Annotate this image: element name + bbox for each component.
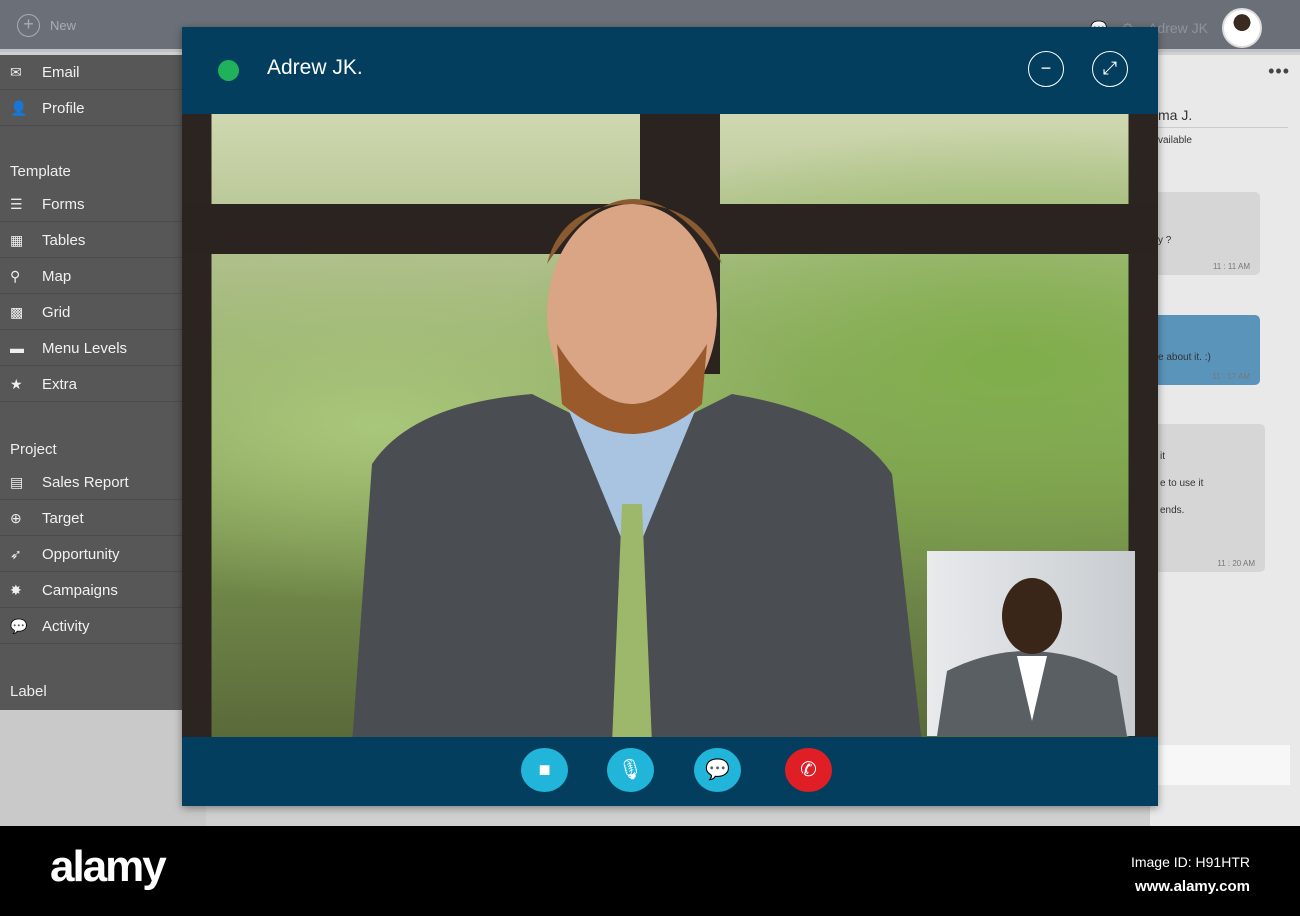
new-button[interactable]: + New — [17, 14, 76, 37]
sidebar-item-activity[interactable]: 💬 Activity — [0, 609, 182, 644]
section-template: Template — [10, 163, 71, 180]
sidebar-item-grid[interactable]: ▩ Grid — [0, 295, 182, 330]
document-icon: ▤ — [10, 473, 24, 490]
sidebar-item-sales-report[interactable]: ▤ Sales Report — [0, 465, 182, 500]
alamy-logo: alamy — [50, 842, 167, 891]
label: Extra — [42, 375, 78, 393]
site-url: www.alamy.com — [1134, 878, 1250, 895]
forms-icon: ☰ — [10, 195, 23, 212]
sidebar-item-tables[interactable]: ▦ Tables — [0, 223, 182, 258]
online-status-dot — [218, 60, 239, 81]
rocket-icon: ➶ — [10, 545, 22, 562]
sidebar-item-profile[interactable]: 👤 Profile — [0, 91, 182, 126]
minimize-button[interactable]: − — [1028, 51, 1064, 87]
comments-icon: 💬 — [10, 617, 28, 634]
sidebar-item-extra[interactable]: ★ Extra — [0, 367, 182, 402]
label: Activity — [42, 617, 90, 635]
sidebar-item-forms[interactable]: ☰ Forms — [0, 187, 182, 222]
label: Campaigns — [42, 581, 118, 599]
sidebar-item-email[interactable]: ✉ Email — [0, 55, 182, 90]
folder-icon: ▬ — [10, 340, 24, 356]
label: Email — [42, 63, 80, 81]
sidebar-item-menu-levels[interactable]: ▬ Menu Levels — [0, 331, 182, 366]
phone-icon: ✆ — [800, 759, 817, 781]
chat-bubble-icon: 💬 — [705, 759, 730, 781]
chat-contact-name: ma J. — [1158, 107, 1288, 128]
label: Profile — [42, 99, 85, 117]
label: Menu Levels — [42, 339, 128, 357]
chat-contact-status: vailable — [1158, 135, 1192, 146]
background-area — [0, 710, 206, 826]
sidebar-item-opportunity[interactable]: ➶ Opportunity — [0, 537, 182, 572]
watermark-footer: alamy Image ID: H91HTR www.alamy.com — [0, 826, 1300, 916]
video-camera-icon: ■ — [538, 759, 551, 781]
chat-message: y ? 11 : 11 AM — [1150, 192, 1260, 275]
plus-icon: + — [17, 14, 40, 37]
grid-icon: ▩ — [10, 303, 24, 320]
video-call-window: Adrew JK. − ⤢ ■ 🎙 💬 ✆ — [182, 27, 1158, 806]
label: Tables — [42, 231, 86, 249]
label: Sales Report — [42, 473, 129, 491]
self-video-preview — [927, 551, 1135, 736]
end-call-button[interactable]: ✆ — [785, 748, 832, 792]
gear-burst-icon: ✸ — [10, 581, 22, 598]
section-label: Label — [10, 683, 47, 700]
call-controls: ■ 🎙 💬 ✆ — [182, 737, 1158, 806]
message-text: e about it. :) — [1158, 352, 1211, 363]
caller-video-image — [352, 199, 922, 737]
camera-button[interactable]: ■ — [521, 748, 568, 792]
call-header: Adrew JK. − ⤢ — [182, 27, 1158, 114]
expand-button[interactable]: ⤢ — [1092, 51, 1128, 87]
message-text: y ? — [1158, 235, 1172, 246]
target-icon: ⊕ — [10, 509, 22, 526]
message-line: it — [1160, 451, 1165, 462]
table-icon: ▦ — [10, 231, 24, 248]
message-time: 11 : 17 AM — [1212, 372, 1250, 381]
chat-message: it e to use it ends. 11 : 20 AM — [1150, 424, 1265, 572]
message-time: 11 : 11 AM — [1212, 262, 1250, 271]
sidebar-item-target[interactable]: ⊕ Target — [0, 501, 182, 536]
contact-name: Adrew JK. — [267, 56, 363, 79]
new-label: New — [50, 18, 77, 33]
message-line: ends. — [1160, 505, 1185, 516]
more-icon[interactable]: ••• — [1268, 61, 1290, 82]
image-id: Image ID: H91HTR — [1130, 854, 1250, 870]
chat-button[interactable]: 💬 — [694, 748, 741, 792]
chat-panel: ••• ma J. vailable y ? 11 : 11 AM e abou… — [1150, 55, 1300, 826]
user-icon: 👤 — [10, 99, 28, 116]
microphone-button[interactable]: 🎙 — [607, 748, 654, 792]
main-video-feed — [182, 114, 1158, 737]
microphone-icon: 🎙 — [617, 759, 644, 781]
map-pin-icon: ⚲ — [10, 267, 21, 284]
star-icon: ★ — [10, 375, 23, 392]
sidebar: ✉ Email 👤 Profile Template ☰ Forms ▦ Tables … — [0, 55, 182, 710]
label: Forms — [42, 195, 85, 213]
sidebar-item-campaigns[interactable]: ✸ Campaigns — [0, 573, 182, 608]
label: Target — [42, 509, 84, 527]
avatar[interactable] — [1222, 8, 1262, 48]
chat-input[interactable] — [1158, 745, 1290, 785]
envelope-icon: ✉ — [10, 63, 22, 80]
section-project: Project — [10, 441, 57, 458]
message-line: e to use it — [1160, 478, 1204, 489]
sidebar-item-map[interactable]: ⚲ Map — [0, 259, 182, 294]
label: Map — [42, 267, 72, 285]
message-time: 11 : 20 AM — [1217, 559, 1255, 568]
label: Opportunity — [42, 545, 120, 563]
chat-message: e about it. :) 11 : 17 AM — [1150, 315, 1260, 385]
label: Grid — [42, 303, 71, 321]
